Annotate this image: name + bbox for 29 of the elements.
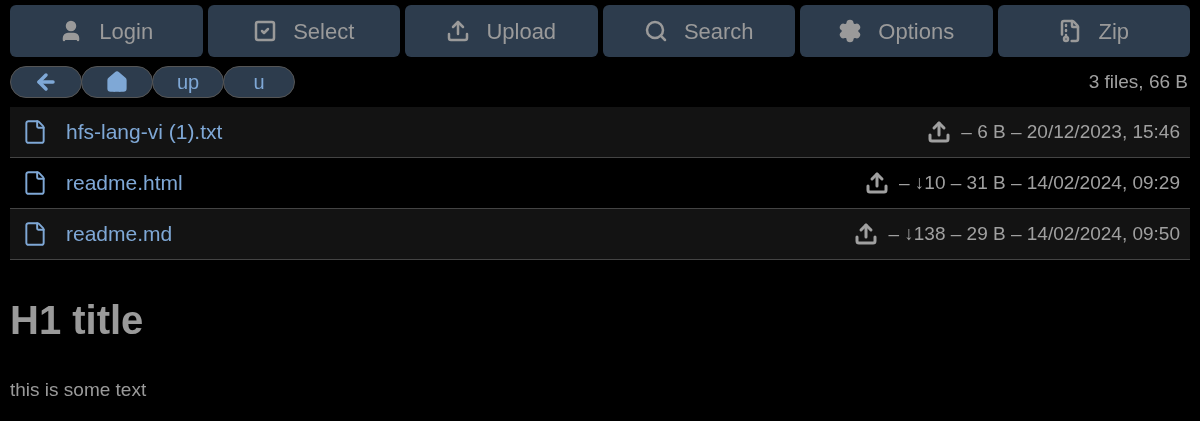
file-details: – 6 B – 20/12/2023, 15:46 [961, 119, 1180, 144]
breadcrumb-link[interactable]: up [152, 66, 224, 98]
back-button[interactable] [10, 66, 82, 98]
file-icon [22, 170, 48, 196]
files-summary: 3 files, 66 B [1088, 69, 1189, 94]
upload-icon[interactable] [927, 120, 952, 144]
file-link[interactable]: readme.md [66, 218, 173, 250]
file-details: – ↓10 – 31 B – 14/02/2024, 09:29 [899, 170, 1180, 195]
file-details: – ↓138 – 29 B – 14/02/2024, 09:50 [888, 221, 1180, 246]
upload-icon[interactable] [854, 222, 879, 246]
search-icon [643, 19, 668, 43]
upload-icon [446, 19, 471, 43]
file-icon [22, 221, 48, 247]
toolbar-button[interactable]: Select [207, 5, 400, 57]
toolbar-button[interactable]: Upload [405, 5, 598, 57]
breadcrumb-link[interactable]: u [223, 66, 295, 98]
upload-icon[interactable] [865, 171, 889, 195]
readme-heading: H1 title [10, 297, 145, 344]
checkbox-icon [253, 19, 278, 43]
file-icon [22, 119, 48, 145]
toolbar-button[interactable]: Login [10, 5, 203, 57]
toolbar-button[interactable]: Options [800, 5, 993, 57]
toolbar-button[interactable]: Search [602, 5, 795, 57]
toolbar-button[interactable]: Zip [997, 5, 1190, 57]
readme-text: this is some text [10, 378, 148, 402]
home-button[interactable] [81, 66, 153, 98]
file-link[interactable]: readme.html [66, 167, 183, 199]
home-icon [106, 71, 128, 93]
file-link[interactable]: hfs-lang-vi (1).txt [66, 116, 223, 148]
